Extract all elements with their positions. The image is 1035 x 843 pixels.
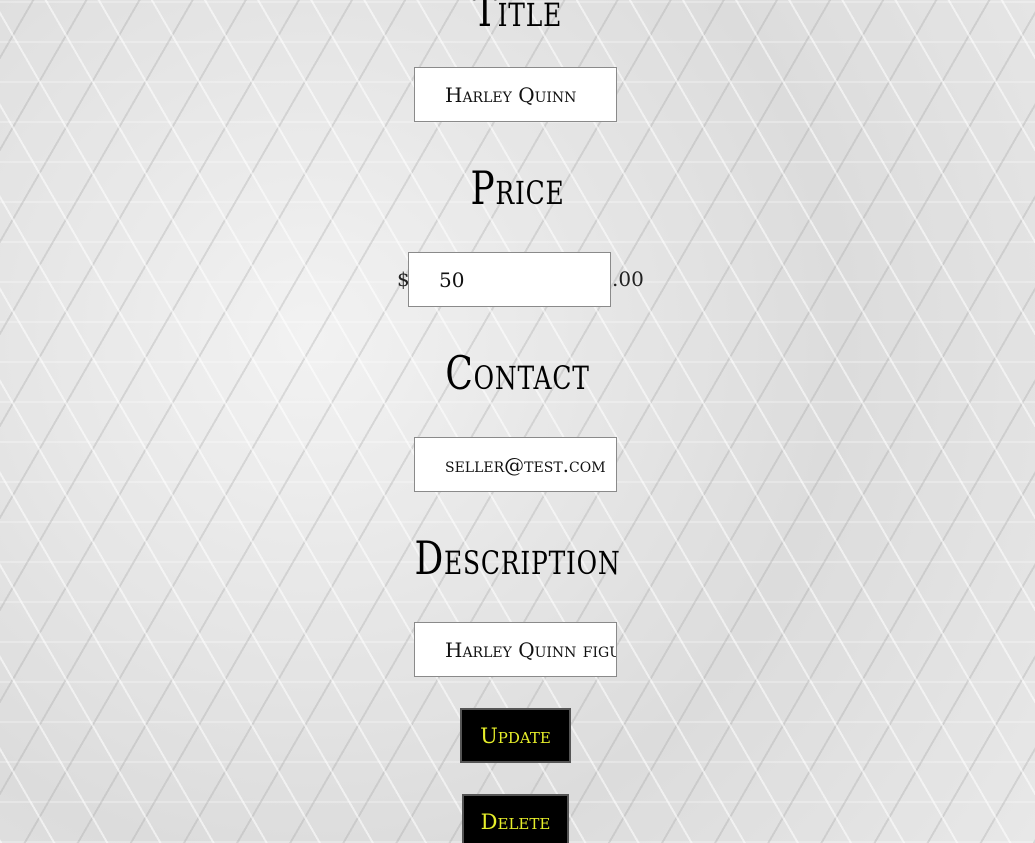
description-input[interactable] bbox=[414, 622, 617, 677]
title-input[interactable] bbox=[414, 67, 617, 122]
delete-button[interactable]: Delete bbox=[462, 794, 569, 843]
contact-input[interactable] bbox=[414, 437, 617, 492]
contact-heading: Contact bbox=[445, 346, 590, 400]
price-heading: Price bbox=[470, 161, 565, 215]
price-input[interactable] bbox=[408, 252, 611, 307]
description-heading: Description bbox=[414, 531, 621, 585]
update-button[interactable]: Update bbox=[460, 708, 571, 763]
title-heading: Title bbox=[472, 0, 563, 37]
price-cents-suffix: .00 bbox=[612, 267, 644, 291]
